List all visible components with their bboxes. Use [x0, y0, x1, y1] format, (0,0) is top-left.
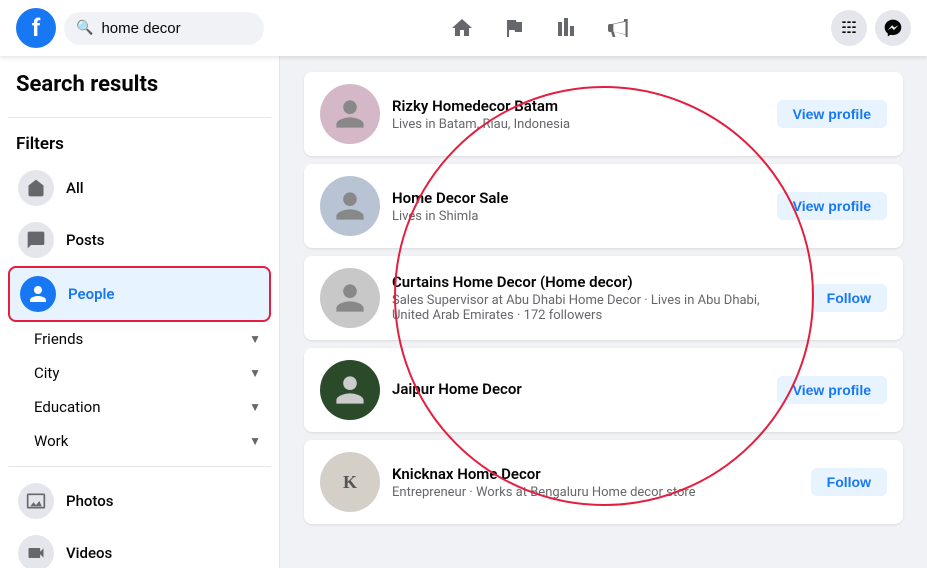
photos-icon [18, 483, 54, 519]
sidebar-item-photos-label: Photos [66, 492, 261, 510]
sub-filters: Friends ▼ City ▼ Education ▼ Work ▼ [8, 322, 271, 458]
result-sub-2: Lives in Shimla [392, 209, 765, 224]
result-info-1: Rizky Homedecor Batam Lives in Batam, Ri… [392, 97, 765, 132]
search-input[interactable] [101, 20, 252, 37]
grid-icon [839, 18, 859, 38]
sidebar: Search results Filters All Posts People [0, 56, 280, 568]
sidebar-item-videos-label: Videos [66, 544, 261, 562]
view-profile-button-2[interactable]: View profile [777, 192, 887, 220]
filter-friends[interactable]: Friends ▼ [24, 322, 271, 356]
megaphone-icon [606, 16, 630, 40]
follow-button-3[interactable]: Follow [811, 284, 887, 312]
home-nav-button[interactable] [438, 4, 486, 52]
result-card-3: Curtains Home Decor (Home decor) Sales S… [304, 256, 903, 340]
sidebar-item-photos[interactable]: Photos [8, 475, 271, 527]
sidebar-item-people[interactable]: People [8, 266, 271, 322]
facebook-logo[interactable]: f [16, 8, 56, 48]
chart-icon [554, 16, 578, 40]
search-icon: 🔍 [76, 20, 93, 36]
result-card-5: K Knicknax Home Decor Entrepreneur · Wor… [304, 440, 903, 524]
messenger-button[interactable] [875, 10, 911, 46]
friends-chevron-icon: ▼ [249, 332, 261, 346]
filter-education[interactable]: Education ▼ [24, 390, 271, 424]
result-card-2: Home Decor Sale Lives in Shimla View pro… [304, 164, 903, 248]
avatar-2 [320, 176, 380, 236]
megaphone-nav-button[interactable] [594, 4, 642, 52]
grid-menu-button[interactable] [831, 10, 867, 46]
main-content: Rizky Homedecor Batam Lives in Batam, Ri… [280, 56, 927, 568]
people-icon [20, 276, 56, 312]
sidebar-item-videos[interactable]: Videos [8, 527, 271, 568]
result-name-4: Jaipur Home Decor [392, 380, 765, 398]
result-name-2: Home Decor Sale [392, 189, 765, 207]
nav-right [831, 10, 911, 46]
result-card-4: Jaipur Home Decor View profile [304, 348, 903, 432]
avatar-1 [320, 84, 380, 144]
sidebar-item-all[interactable]: All [8, 162, 271, 214]
top-navigation: f 🔍 [0, 0, 927, 56]
result-info-5: Knicknax Home Decor Entrepreneur · Works… [392, 465, 799, 500]
result-info-2: Home Decor Sale Lives in Shimla [392, 189, 765, 224]
posts-icon [18, 222, 54, 258]
result-name-5: Knicknax Home Decor [392, 465, 799, 483]
sidebar-item-all-label: All [66, 179, 261, 197]
sidebar-item-posts[interactable]: Posts [8, 214, 271, 266]
result-info-3: Curtains Home Decor (Home decor) Sales S… [392, 273, 799, 323]
videos-icon [18, 535, 54, 568]
filter-work[interactable]: Work ▼ [24, 424, 271, 458]
all-icon [18, 170, 54, 206]
result-name-3: Curtains Home Decor (Home decor) [392, 273, 799, 291]
sidebar-divider [8, 117, 271, 118]
home-icon [450, 16, 474, 40]
result-sub-1: Lives in Batam, Riau, Indonesia [392, 117, 765, 132]
result-name-1: Rizky Homedecor Batam [392, 97, 765, 115]
filters-label: Filters [8, 126, 271, 162]
avatar-4 [320, 360, 380, 420]
follow-button-5[interactable]: Follow [811, 468, 887, 496]
filter-city[interactable]: City ▼ [24, 356, 271, 390]
sidebar-item-posts-label: Posts [66, 231, 261, 249]
main-layout: Search results Filters All Posts People [0, 56, 927, 568]
result-info-4: Jaipur Home Decor [392, 380, 765, 400]
messenger-icon [883, 18, 903, 38]
result-card-1: Rizky Homedecor Batam Lives in Batam, Ri… [304, 72, 903, 156]
work-chevron-icon: ▼ [249, 434, 261, 448]
city-chevron-icon: ▼ [249, 366, 261, 380]
flag-nav-button[interactable] [490, 4, 538, 52]
nav-center [438, 4, 642, 52]
view-profile-button-1[interactable]: View profile [777, 100, 887, 128]
sidebar-item-people-label: People [68, 285, 259, 303]
avatar-3 [320, 268, 380, 328]
sidebar-title: Search results [8, 72, 271, 109]
search-bar[interactable]: 🔍 [64, 12, 264, 45]
view-profile-button-4[interactable]: View profile [777, 376, 887, 404]
result-sub-3: Sales Supervisor at Abu Dhabi Home Decor… [392, 293, 799, 323]
stats-nav-button[interactable] [542, 4, 590, 52]
result-sub-5: Entrepreneur · Works at Bengaluru Home d… [392, 485, 799, 500]
sidebar-divider-2 [8, 466, 271, 467]
avatar-5: K [320, 452, 380, 512]
education-chevron-icon: ▼ [249, 400, 261, 414]
flag-icon [502, 16, 526, 40]
